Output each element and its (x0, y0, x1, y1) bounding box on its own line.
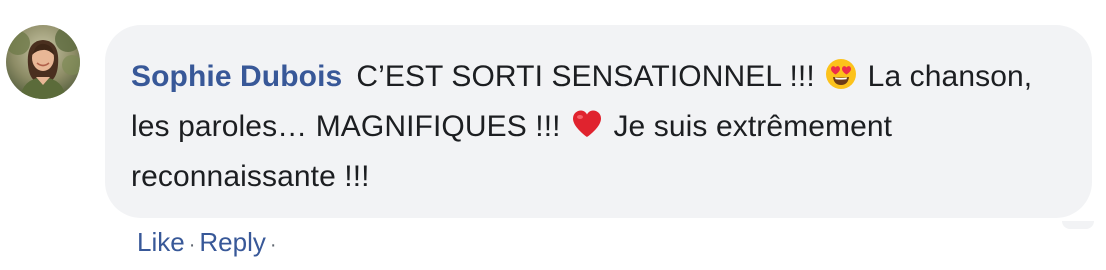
comment-body: Sophie Dubois C’EST SORTI SENSATIONNEL !!… (131, 52, 1066, 202)
comment-bubble: Sophie Dubois C’EST SORTI SENSATIONNEL !!… (105, 25, 1092, 218)
reply-link[interactable]: Reply (199, 227, 265, 257)
separator-dot: · (188, 234, 196, 256)
bubble-corner-decoration (1062, 221, 1094, 229)
comment-actions: Like · Reply · (137, 222, 281, 262)
separator-dot: · (269, 234, 277, 256)
comment: Sophie Dubois C’EST SORTI SENSATIONNEL !!… (0, 0, 1106, 270)
like-link[interactable]: Like (137, 227, 185, 257)
comment-text-part-1: C’EST SORTI SENSATIONNEL !!! (356, 60, 815, 93)
avatar[interactable] (6, 25, 80, 99)
author-name-link[interactable]: Sophie Dubois (131, 60, 342, 93)
red-heart-emoji-icon (571, 108, 603, 140)
profile-photo-icon (6, 25, 80, 99)
heart-eyes-emoji-icon (825, 58, 857, 90)
